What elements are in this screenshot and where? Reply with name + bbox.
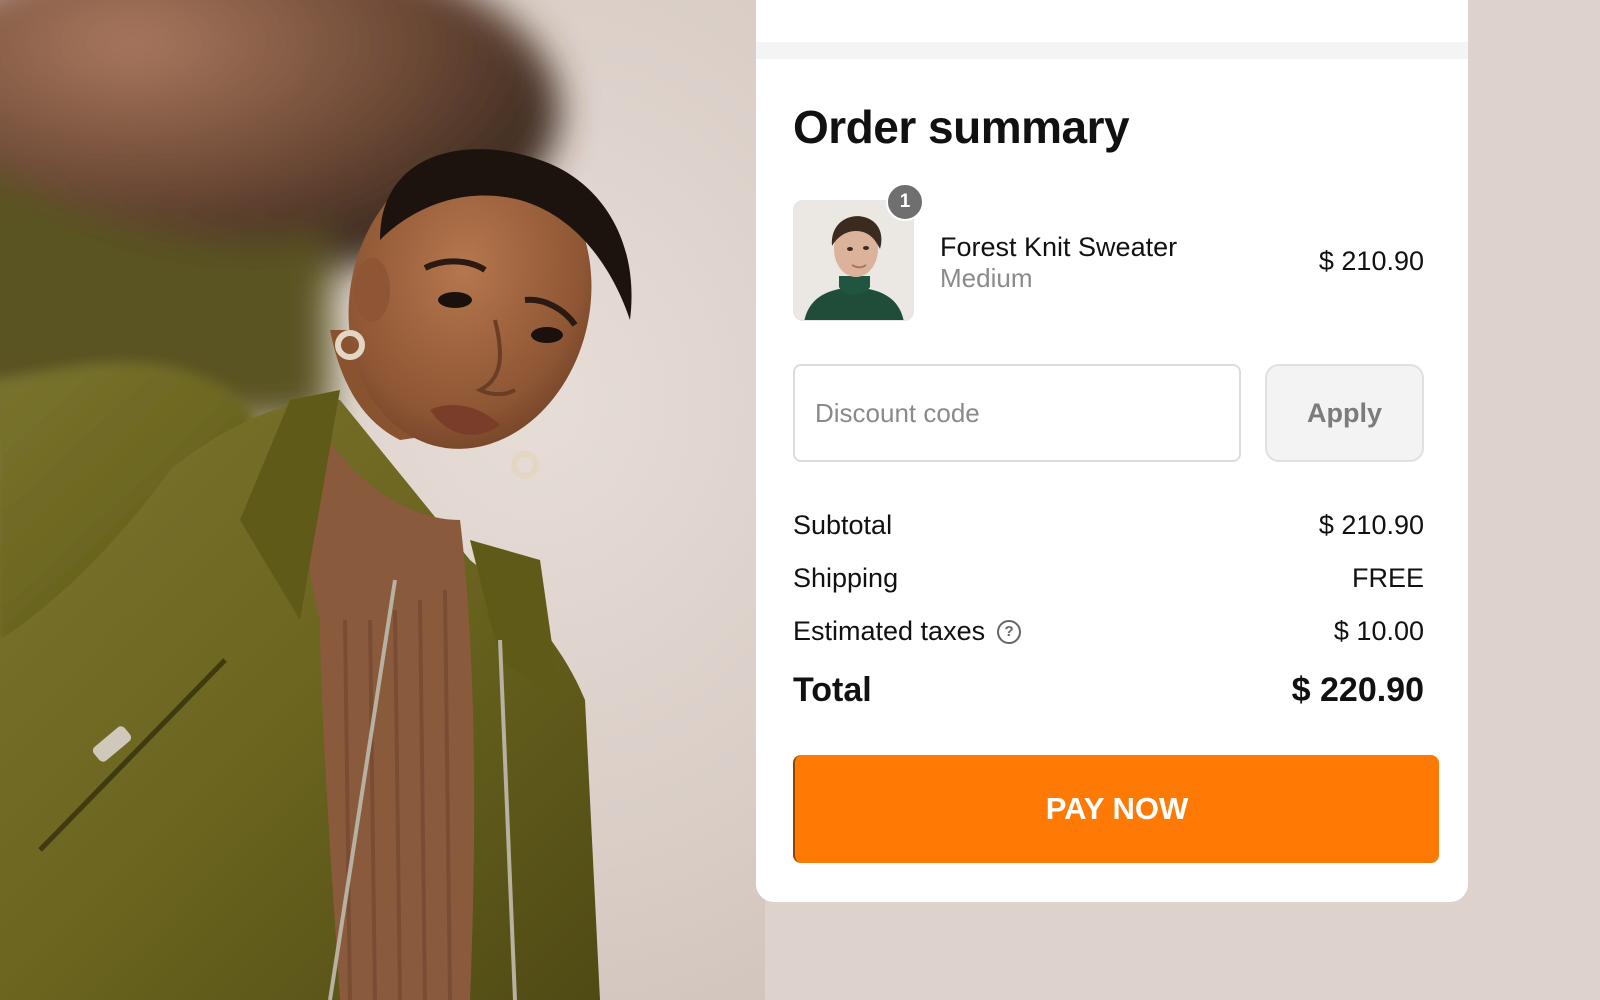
shipping-row: Shipping FREE <box>793 563 1424 594</box>
total-value: $ 220.90 <box>1291 671 1424 709</box>
subtotal-value: $ 210.90 <box>1318 510 1424 540</box>
checkout-page: Order summary 1 Forest Knit Sweater Medi… <box>0 0 1600 1000</box>
estimated-taxes-value: $ 10.00 <box>1333 616 1424 646</box>
quantity-badge: 1 <box>886 183 924 221</box>
estimated-taxes-label-group: Estimated taxes ? <box>793 616 1022 647</box>
total-row: Total $ 220.90 <box>793 671 1424 710</box>
discount-code-input[interactable] <box>793 364 1241 462</box>
estimated-taxes-row: Estimated taxes ? $ 10.00 <box>793 616 1424 647</box>
order-summary-card: Order summary 1 Forest Knit Sweater Medi… <box>756 0 1468 902</box>
product-name: Forest Knit Sweater <box>940 232 1178 262</box>
apply-discount-button[interactable]: Apply <box>1265 364 1424 462</box>
estimated-taxes-label: Estimated taxes <box>793 616 986 646</box>
pay-now-button[interactable]: PAY NOW <box>793 755 1439 863</box>
card-divider <box>756 42 1468 59</box>
product-price: $ 210.90 <box>1318 246 1424 276</box>
order-summary-title: Order summary <box>793 101 1130 153</box>
subtotal-label: Subtotal <box>793 510 893 540</box>
shipping-value: FREE <box>1351 563 1424 593</box>
shipping-label: Shipping <box>793 563 899 593</box>
total-label: Total <box>793 671 872 709</box>
hero-photo <box>0 0 765 1000</box>
question-circle-icon[interactable]: ? <box>997 619 1022 644</box>
hero-illustration <box>0 0 632 1000</box>
product-variant: Medium <box>940 263 1033 293</box>
subtotal-row: Subtotal $ 210.90 <box>793 510 1424 541</box>
